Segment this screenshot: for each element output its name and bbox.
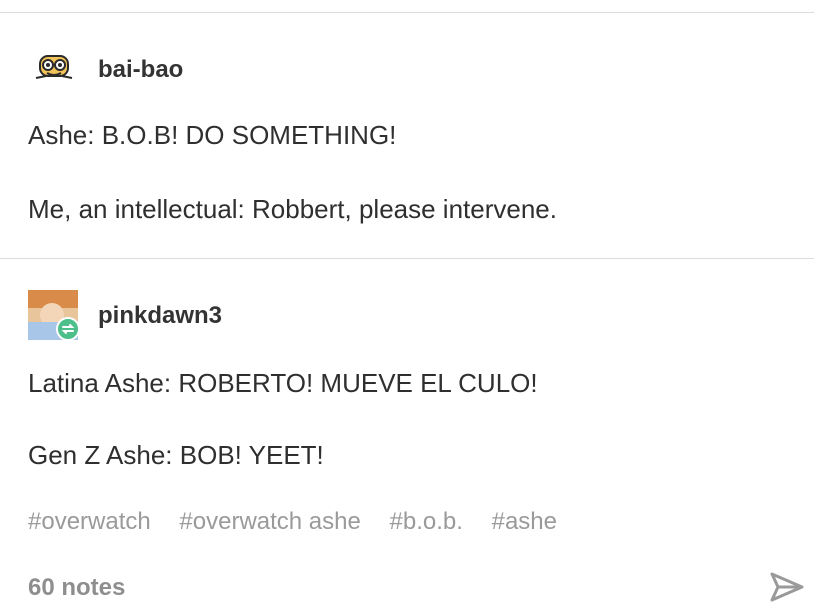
post-line: Gen Z Ashe: BOB! YEET! bbox=[28, 440, 324, 470]
tag-link[interactable]: #ashe bbox=[492, 508, 557, 535]
post-header: pinkdawn3 bbox=[28, 290, 788, 342]
post-line: Me, an intellectual: Robbert, please int… bbox=[28, 194, 557, 224]
post-line: Ashe: B.O.B! DO SOMETHING! bbox=[28, 120, 397, 150]
notes-count[interactable]: 60 notes bbox=[28, 574, 125, 602]
reblog-icon bbox=[56, 317, 80, 341]
avatar[interactable] bbox=[28, 290, 80, 342]
share-button[interactable] bbox=[768, 570, 806, 604]
post-pinkdawn3: pinkdawn3 Latina Ashe: ROBERTO! MUEVE EL… bbox=[28, 290, 788, 470]
avatar[interactable] bbox=[28, 44, 80, 96]
tag-link[interactable]: #overwatch ashe bbox=[179, 508, 360, 535]
tag-link[interactable]: #overwatch bbox=[28, 508, 151, 535]
send-arrow-icon bbox=[770, 572, 804, 602]
top-divider bbox=[0, 12, 814, 13]
username[interactable]: pinkdawn3 bbox=[98, 302, 222, 330]
post-line: Latina Ashe: ROBERTO! MUEVE EL CULO! bbox=[28, 368, 538, 398]
post-bai-bao: bai-bao Ashe: B.O.B! DO SOMETHING! Me, a… bbox=[28, 44, 788, 224]
tags-row: #overwatch #overwatch ashe #b.o.b. #ashe bbox=[28, 508, 579, 536]
post-divider bbox=[0, 258, 814, 259]
username[interactable]: bai-bao bbox=[98, 56, 183, 84]
tag-link[interactable]: #b.o.b. bbox=[390, 508, 463, 535]
cartoon-bread-avatar-icon bbox=[35, 55, 73, 79]
post-header: bai-bao bbox=[28, 44, 788, 96]
